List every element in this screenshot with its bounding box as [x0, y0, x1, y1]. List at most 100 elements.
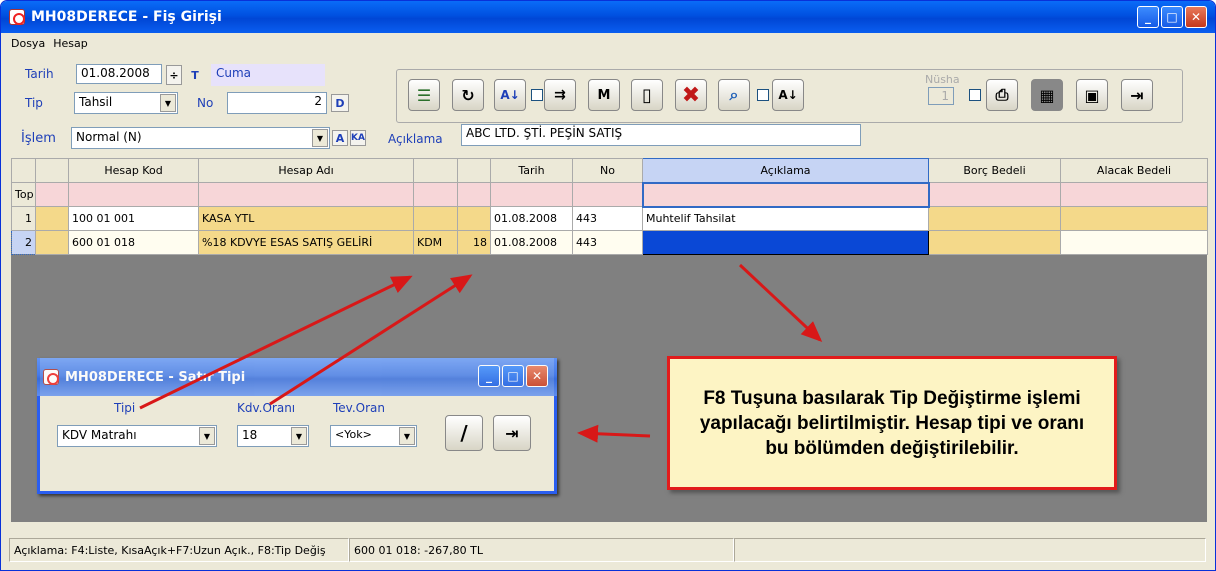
- sort-checkbox[interactable]: [531, 89, 543, 101]
- row-number[interactable]: 1: [11, 206, 36, 231]
- row-number[interactable]: 2: [11, 230, 36, 255]
- islem-select[interactable]: Normal (N) ▼: [71, 127, 330, 149]
- a-button[interactable]: A: [332, 130, 348, 146]
- tarih-input[interactable]: 01.08.2008: [76, 64, 162, 84]
- islem-select-value: Normal (N): [76, 130, 142, 144]
- rate-cell[interactable]: [457, 206, 491, 231]
- col-header-aciklama[interactable]: Açıklama: [642, 158, 929, 183]
- col-header-no[interactable]: No: [572, 158, 643, 183]
- col-header-hesap-kod[interactable]: Hesap Kod: [68, 158, 199, 183]
- status-bar: Açıklama: F4:Liste, KısaAçık+F7:Uzun Açı…: [9, 537, 1209, 563]
- exit-icon[interactable]: ⇥: [493, 415, 531, 451]
- aciklama-input[interactable]: ABC LTD. ŞTİ. PEŞİN SATIŞ: [461, 124, 861, 146]
- tipi-select[interactable]: KDV Matrahı ▼: [57, 425, 217, 447]
- total-row: Top: [11, 181, 1208, 208]
- close-button[interactable]: ✕: [1185, 6, 1207, 28]
- toolbar: ☰ ↻ A↓ ⇉ M ▯ ✖ ⌕ A↓ Nüsha 1 ⎙ ▦ ▣ ⇥: [396, 69, 1183, 123]
- hesap-adi-cell[interactable]: %18 KDVYE ESAS SATIŞ GELİRİ: [198, 230, 414, 255]
- new-document-icon[interactable]: ▯: [631, 79, 663, 111]
- islem-label: İşlem: [21, 131, 56, 146]
- col-header-borc[interactable]: Borç Bedeli: [928, 158, 1061, 183]
- status-info: 600 01 018: -267,80 TL: [349, 538, 734, 562]
- menu-bar: Dosya Hesap: [1, 33, 1215, 53]
- sort-icon[interactable]: A↓: [494, 79, 526, 111]
- entry-table: Hesap Kod Hesap Adı Tarih No Açıklama Bo…: [11, 158, 1208, 255]
- hesap-kod-cell[interactable]: 600 01 018: [68, 230, 199, 255]
- col-header[interactable]: [11, 158, 36, 183]
- minimize-button[interactable]: _: [478, 365, 500, 387]
- col-header-tarih[interactable]: Tarih: [490, 158, 573, 183]
- header-row: Hesap Kod Hesap Adı Tarih No Açıklama Bo…: [11, 158, 1208, 183]
- chevron-down-icon: ▼: [399, 427, 415, 445]
- no-cell[interactable]: 443: [572, 230, 643, 255]
- table-row[interactable]: 1 100 01 001 KASA YTL 01.08.2008 443 Muh…: [11, 206, 1208, 231]
- minimize-button[interactable]: _: [1137, 6, 1159, 28]
- dialog-title-bar: MH08DERECE - Satır Tipi _ □ ✕: [37, 358, 557, 396]
- col-header[interactable]: [35, 158, 69, 183]
- date-spinner[interactable]: ÷: [166, 65, 182, 85]
- exit-icon[interactable]: ⇥: [1121, 79, 1153, 111]
- save-icon[interactable]: ▣: [1076, 79, 1108, 111]
- total-aciklama-cell: [641, 181, 930, 208]
- print-icon[interactable]: ⎙: [986, 79, 1018, 111]
- list-check-icon[interactable]: ☰: [408, 79, 440, 111]
- merge-icon[interactable]: ⇉: [544, 79, 576, 111]
- ka-button[interactable]: KA: [350, 130, 366, 146]
- app-icon: [9, 9, 25, 25]
- borc-cell[interactable]: [928, 206, 1061, 231]
- title-bar: MH08DERECE - Fiş Girişi _ □ ✕: [1, 1, 1215, 33]
- tarih-cell[interactable]: 01.08.2008: [490, 230, 573, 255]
- alacak-cell[interactable]: [1060, 230, 1208, 255]
- close-button[interactable]: ✕: [526, 365, 548, 387]
- hesap-adi-cell[interactable]: KASA YTL: [198, 206, 414, 231]
- type-cell[interactable]: [413, 206, 458, 231]
- disabled-tool-icon[interactable]: ▦: [1031, 79, 1063, 111]
- tip-select[interactable]: Tahsil ▼: [74, 92, 178, 114]
- satir-tipi-dialog: MH08DERECE - Satır Tipi _ □ ✕ Tipi KDV M…: [37, 358, 557, 494]
- rate-cell[interactable]: 18: [457, 230, 491, 255]
- maximize-button[interactable]: □: [502, 365, 524, 387]
- no-cell[interactable]: 443: [572, 206, 643, 231]
- no-input[interactable]: 2: [227, 92, 327, 114]
- hesap-kod-cell[interactable]: 100 01 001: [68, 206, 199, 231]
- sort-save-icon[interactable]: A↓: [772, 79, 804, 111]
- chevron-down-icon: ▼: [160, 94, 176, 112]
- t-button[interactable]: T: [187, 67, 203, 83]
- tipi-select-value: KDV Matrahı: [62, 428, 137, 442]
- option-checkbox-2[interactable]: [969, 89, 981, 101]
- nusha-label: Nüsha: [925, 73, 960, 86]
- tev-label: Tev.Oran: [333, 401, 385, 415]
- m-document-icon[interactable]: M: [588, 79, 620, 111]
- chevron-down-icon: ▼: [312, 129, 328, 147]
- nusha-input[interactable]: 1: [928, 87, 954, 105]
- col-header[interactable]: [413, 158, 458, 183]
- status-help: Açıklama: F4:Liste, KısaAçık+F7:Uzun Açı…: [9, 538, 349, 562]
- alacak-cell[interactable]: [1060, 206, 1208, 231]
- maximize-button[interactable]: □: [1161, 6, 1183, 28]
- type-cell[interactable]: KDM: [413, 230, 458, 255]
- col-header-hesap-adi[interactable]: Hesap Adı: [198, 158, 414, 183]
- option-checkbox-1[interactable]: [757, 89, 769, 101]
- menu-dosya[interactable]: Dosya: [11, 37, 45, 50]
- d-button[interactable]: D: [331, 94, 349, 112]
- menu-hesap[interactable]: Hesap: [53, 37, 88, 50]
- aciklama-label: Açıklama: [388, 132, 443, 146]
- chevron-down-icon: ▼: [199, 427, 215, 445]
- total-label: Top: [11, 182, 36, 207]
- no-label: No: [197, 96, 214, 110]
- table-row[interactable]: 2 600 01 018 %18 KDVYE ESAS SATIŞ GELİRİ…: [11, 230, 1208, 255]
- col-header-alacak[interactable]: Alacak Bedeli: [1060, 158, 1208, 183]
- kdv-select[interactable]: 18 ▼: [237, 425, 309, 447]
- aciklama-cell-selected[interactable]: [642, 230, 929, 255]
- app-icon: [43, 369, 59, 385]
- search-icon[interactable]: ⌕: [718, 79, 750, 111]
- tev-select[interactable]: <Yok> ▼: [330, 425, 417, 447]
- aciklama-cell[interactable]: Muhtelif Tahsilat: [642, 206, 929, 231]
- delete-icon[interactable]: ✖: [675, 79, 707, 111]
- col-header[interactable]: [457, 158, 491, 183]
- window-title: MH08DERECE - Fiş Girişi: [31, 9, 222, 25]
- tarih-cell[interactable]: 01.08.2008: [490, 206, 573, 231]
- borc-cell[interactable]: [928, 230, 1061, 255]
- confirm-icon[interactable]: /: [445, 415, 483, 451]
- refresh-icon[interactable]: ↻: [452, 79, 484, 111]
